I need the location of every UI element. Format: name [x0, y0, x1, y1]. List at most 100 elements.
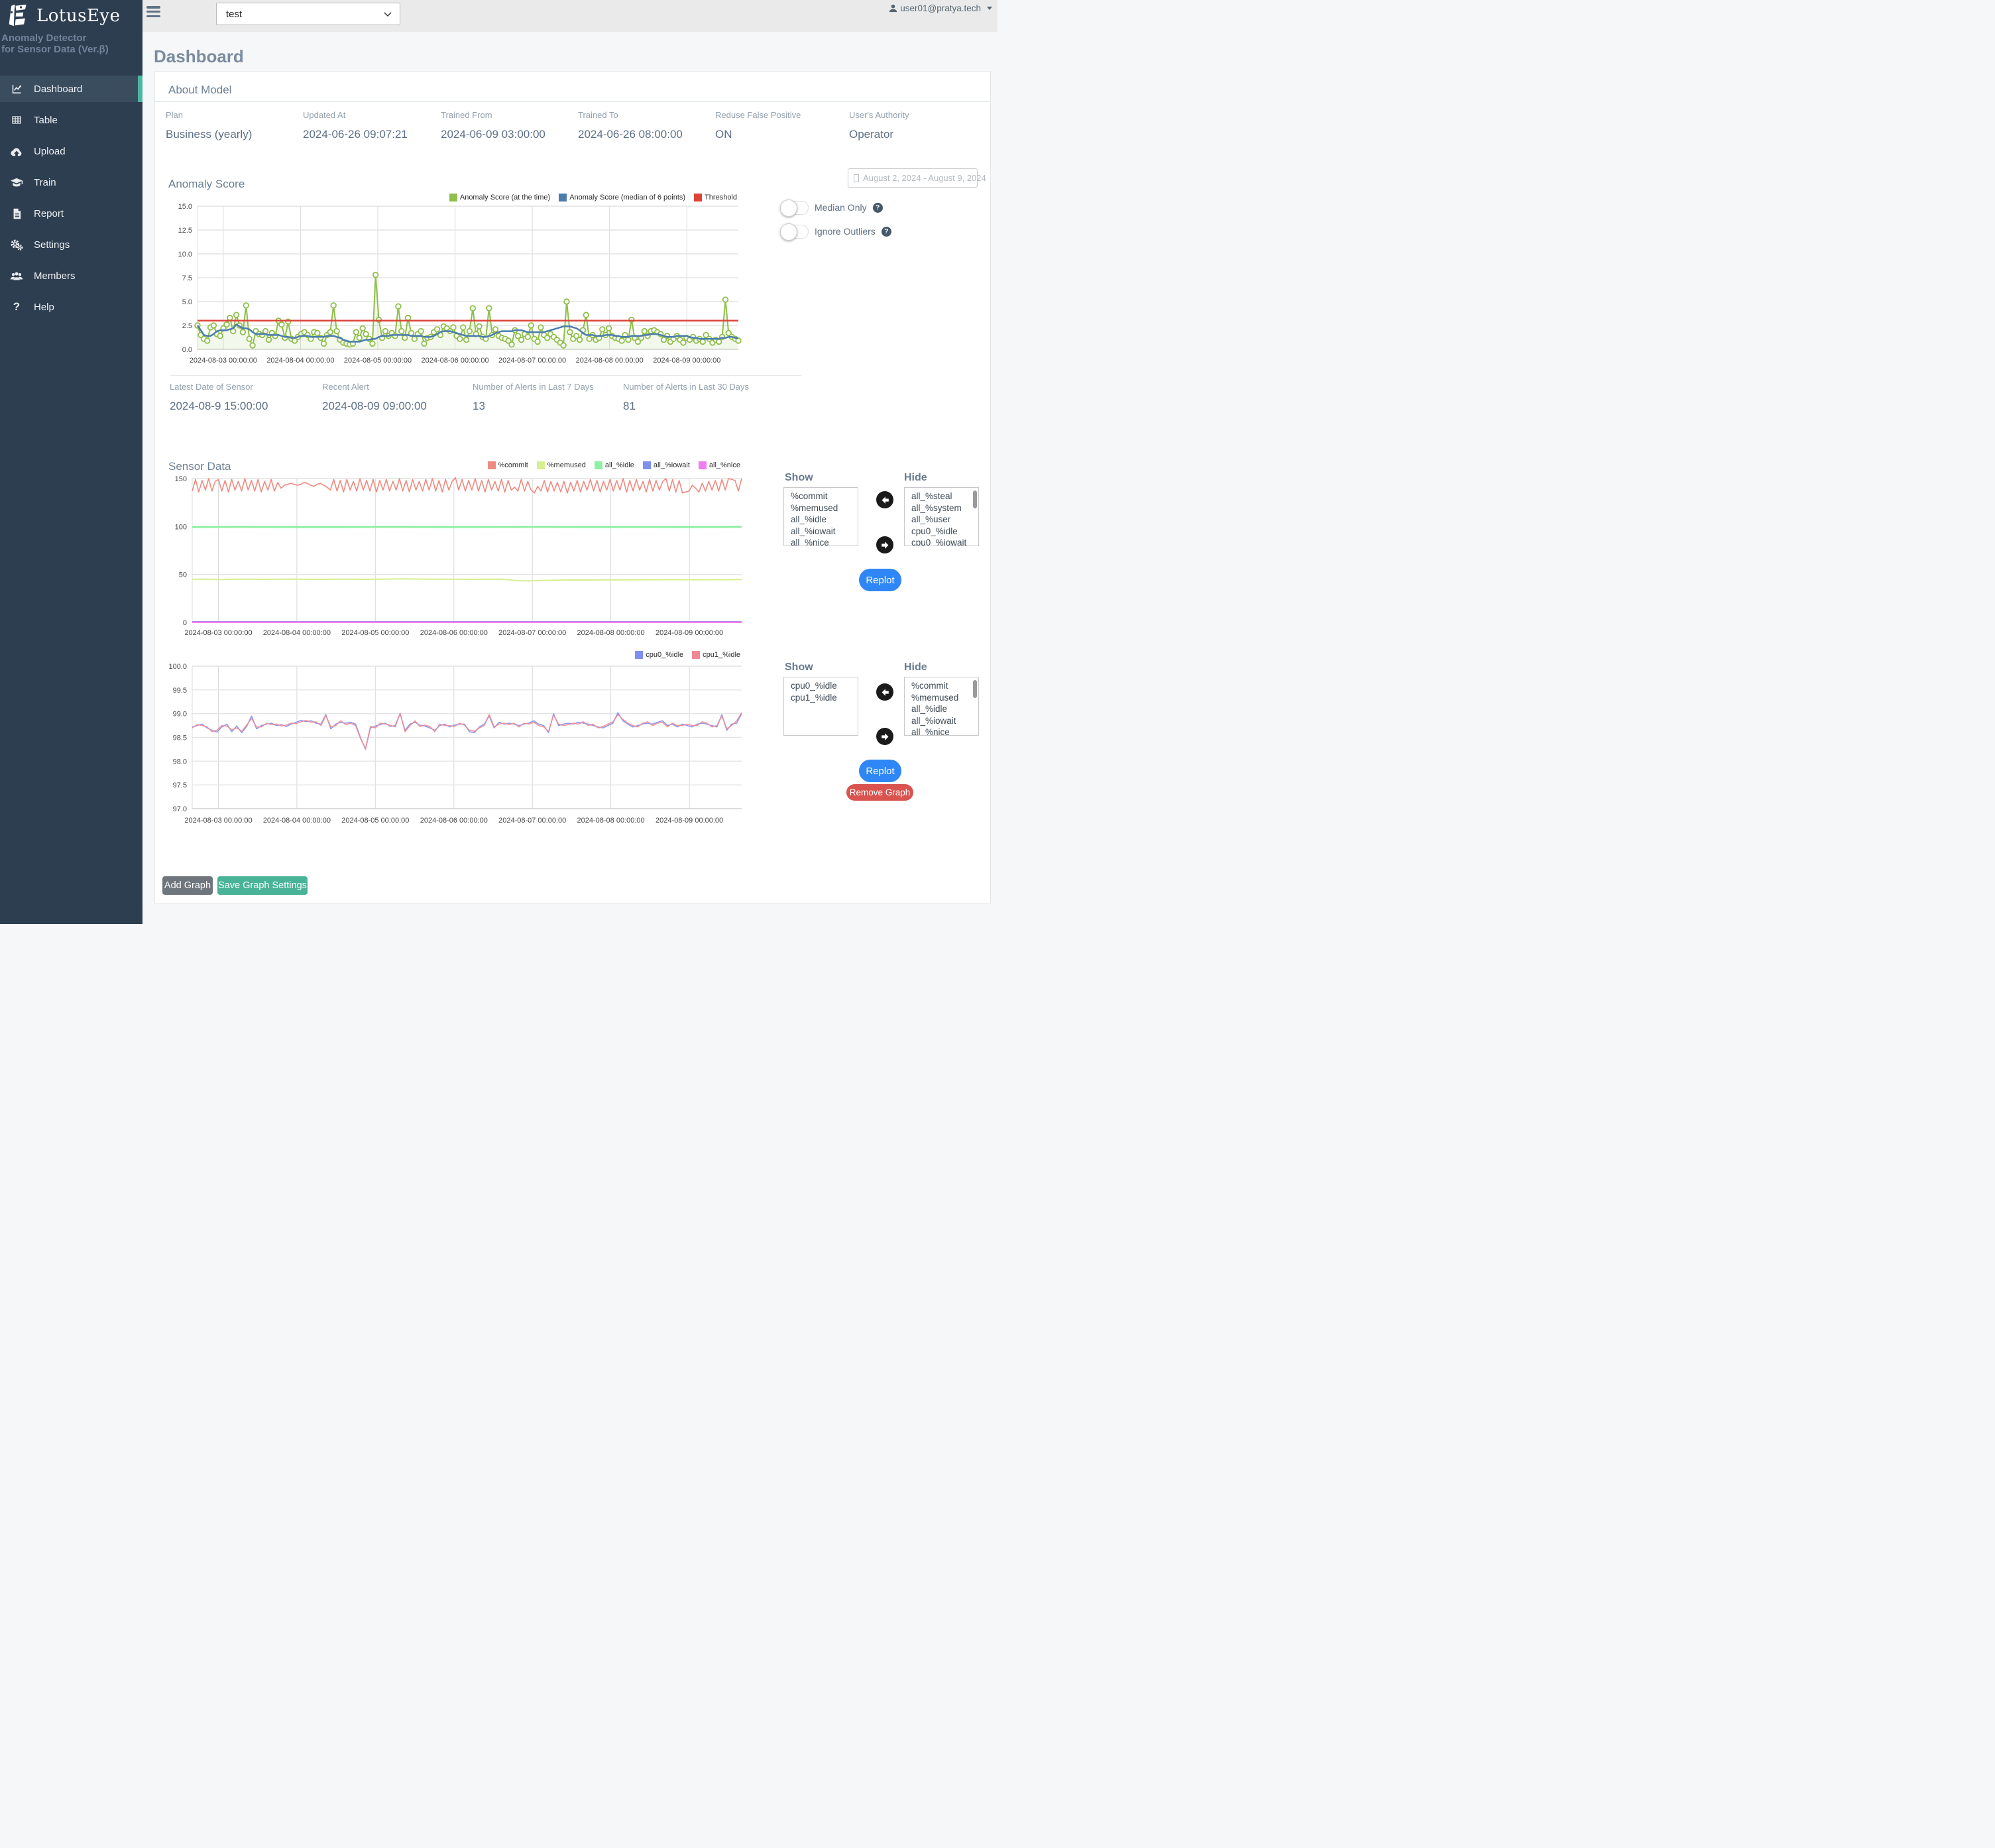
anomaly-stat-value: 13 [473, 400, 485, 412]
svg-text:2024-08-06 00:00:00: 2024-08-06 00:00:00 [420, 817, 488, 825]
legend-item: %memused [536, 461, 586, 469]
about-model-label: Plan [166, 110, 184, 120]
median-only-label: Median Only [815, 202, 867, 213]
sidebar-item-label: Dashboard [34, 83, 83, 95]
svg-text:98.5: 98.5 [173, 734, 187, 742]
svg-text:2024-08-07 00:00:00: 2024-08-07 00:00:00 [498, 629, 566, 637]
series-option[interactable]: cpu0_%iowait [911, 537, 978, 546]
svg-text:2024-08-07 00:00:00: 2024-08-07 00:00:00 [498, 357, 566, 365]
sidebar-item-table[interactable]: Table [0, 107, 142, 133]
app-subtitle: Anomaly Detector for Sensor Data (Ver.β) [0, 32, 142, 55]
app-subtitle-line1: Anomaly Detector [1, 32, 87, 44]
remove-graph-button[interactable]: Remove Graph [846, 784, 913, 801]
line-chart-icon [9, 82, 24, 95]
replot-button[interactable]: Replot [859, 569, 901, 591]
move-to-hide-button[interactable] [876, 536, 893, 553]
sidebar-item-label: Table [34, 114, 58, 126]
series-option[interactable]: all_%idle [791, 514, 858, 526]
legend-label: all_%idle [604, 461, 634, 469]
user-icon [888, 3, 898, 13]
sidebar-item-dashboard[interactable]: Dashboard [0, 76, 142, 102]
show-list[interactable]: %commit %memused all_%idle all_%iowait all_%… [783, 487, 858, 546]
series-option[interactable]: %memused [791, 502, 858, 514]
series-option[interactable]: all_%idle [911, 703, 978, 715]
model-select[interactable]: test [216, 3, 400, 25]
svg-text:2024-08-09 00:00:00: 2024-08-09 00:00:00 [656, 629, 723, 637]
toggle-knob [780, 223, 797, 241]
legend-label: all_%nice [709, 461, 740, 469]
sidebar-item-upload[interactable]: Upload [0, 138, 142, 164]
anomaly-stat-field: Latest Date of Sensor 2024-08-9 15:00:00 [170, 382, 268, 413]
legend-label: cpu1_%idle [703, 651, 740, 659]
legend-item: %commit [487, 461, 528, 469]
sidebar-item-settings[interactable]: Settings [0, 231, 142, 258]
legend-label: %memused [547, 461, 586, 469]
date-range-picker[interactable]: August 2, 2024 - August 9, 2024 [848, 168, 986, 188]
svg-text:2024-08-09 00:00:00: 2024-08-09 00:00:00 [653, 357, 720, 365]
legend-item: all_%nice [698, 461, 740, 469]
series-option[interactable]: all_%user [911, 514, 978, 526]
chevron-down-icon [384, 9, 392, 20]
about-model-title: About Model [168, 84, 232, 96]
hide-list[interactable]: all_%steal all_%system all_%user cpu0_%idle… [904, 487, 979, 546]
save-graph-settings-button[interactable]: Save Graph Settings [217, 876, 308, 895]
series-option[interactable]: cpu1_%idle [791, 692, 858, 704]
toggle-knob [780, 199, 797, 217]
series-option[interactable]: all_%system [911, 502, 978, 514]
anomaly-legend: Anomaly Score (at the time) Anomaly Score… [449, 194, 737, 202]
sidebar-item-train[interactable]: Train [0, 169, 142, 196]
about-model-field: Reduse False Positive ON [715, 110, 801, 141]
series-option[interactable]: %commit [791, 491, 858, 502]
sidebar-item-help[interactable]: ? Help [0, 294, 142, 320]
move-to-show-button[interactable] [876, 491, 893, 508]
add-graph-button[interactable]: Add Graph [162, 876, 213, 895]
graduation-cap-icon [9, 176, 24, 189]
series-option[interactable]: all_%iowait [911, 715, 978, 727]
about-model-field: Trained From 2024-06-09 03:00:00 [441, 110, 545, 141]
user-menu[interactable]: user01@pratya.tech [888, 3, 992, 13]
series-option[interactable]: all_%nice [791, 537, 858, 546]
series-panel-1: Show Hide %commit %memused all_%idle all_%i… [783, 472, 980, 592]
series-option[interactable]: cpu0_%idle [791, 680, 858, 692]
series-option[interactable]: %commit [911, 680, 978, 692]
hide-list[interactable]: %commit %memused all_%idle all_%iowait all_%… [904, 677, 979, 736]
legend-swatch [594, 461, 602, 469]
anomaly-score-chart: 0.0 2.5 5.0 7.5 10.0 12.5 15.0 2024-08-03 00:00… [178, 203, 742, 365]
scrollbar-thumb[interactable] [973, 491, 977, 508]
legend-swatch [698, 461, 707, 469]
legend-item: Threshold [694, 194, 737, 202]
show-label: Show [785, 472, 813, 483]
calendar-icon [854, 174, 859, 182]
about-model-label: Reduse False Positive [715, 110, 801, 120]
median-only-toggle[interactable] [780, 199, 809, 217]
move-to-show-button[interactable] [876, 683, 893, 701]
move-to-hide-button[interactable] [876, 728, 893, 745]
legend-item: cpu0_%idle [635, 651, 683, 659]
series-option[interactable]: all_%nice [911, 726, 978, 735]
svg-text:2024-08-04 00:00:00: 2024-08-04 00:00:00 [263, 817, 331, 825]
help-circle-icon[interactable]: ? [881, 226, 891, 237]
series-option[interactable]: all_%iowait [791, 526, 858, 538]
menu-toggle-button[interactable] [146, 6, 160, 18]
users-icon [9, 269, 24, 282]
sidebar-item-label: Upload [34, 145, 66, 157]
svg-text:2024-08-09 00:00:00: 2024-08-09 00:00:00 [656, 817, 723, 825]
ignore-outliers-toggle[interactable] [780, 223, 809, 241]
sidebar-item-label: Train [34, 176, 56, 188]
series-option[interactable]: cpu0_%idle [911, 526, 978, 538]
logo[interactable]: LotusEye [0, 0, 142, 28]
show-list[interactable]: cpu0_%idle cpu1_%idle [783, 677, 858, 736]
series-option[interactable]: all_%steal [911, 491, 978, 502]
app-subtitle-line2: for Sensor Data (Ver.β) [1, 44, 109, 55]
svg-text:10.0: 10.0 [178, 251, 192, 259]
ignore-outliers-label: Ignore Outliers [815, 226, 876, 237]
series-option[interactable]: %memused [911, 692, 978, 704]
scrollbar-thumb[interactable] [973, 680, 977, 698]
svg-text:100: 100 [175, 523, 187, 531]
sidebar-item-report[interactable]: Report [0, 200, 142, 227]
replot-button[interactable]: Replot [859, 760, 901, 782]
legend-label: cpu0_%idle [646, 651, 684, 659]
ignore-outliers-toggle-row: Ignore Outliers ? [780, 223, 891, 241]
help-circle-icon[interactable]: ? [872, 202, 883, 213]
sidebar-item-members[interactable]: Members [0, 262, 142, 289]
